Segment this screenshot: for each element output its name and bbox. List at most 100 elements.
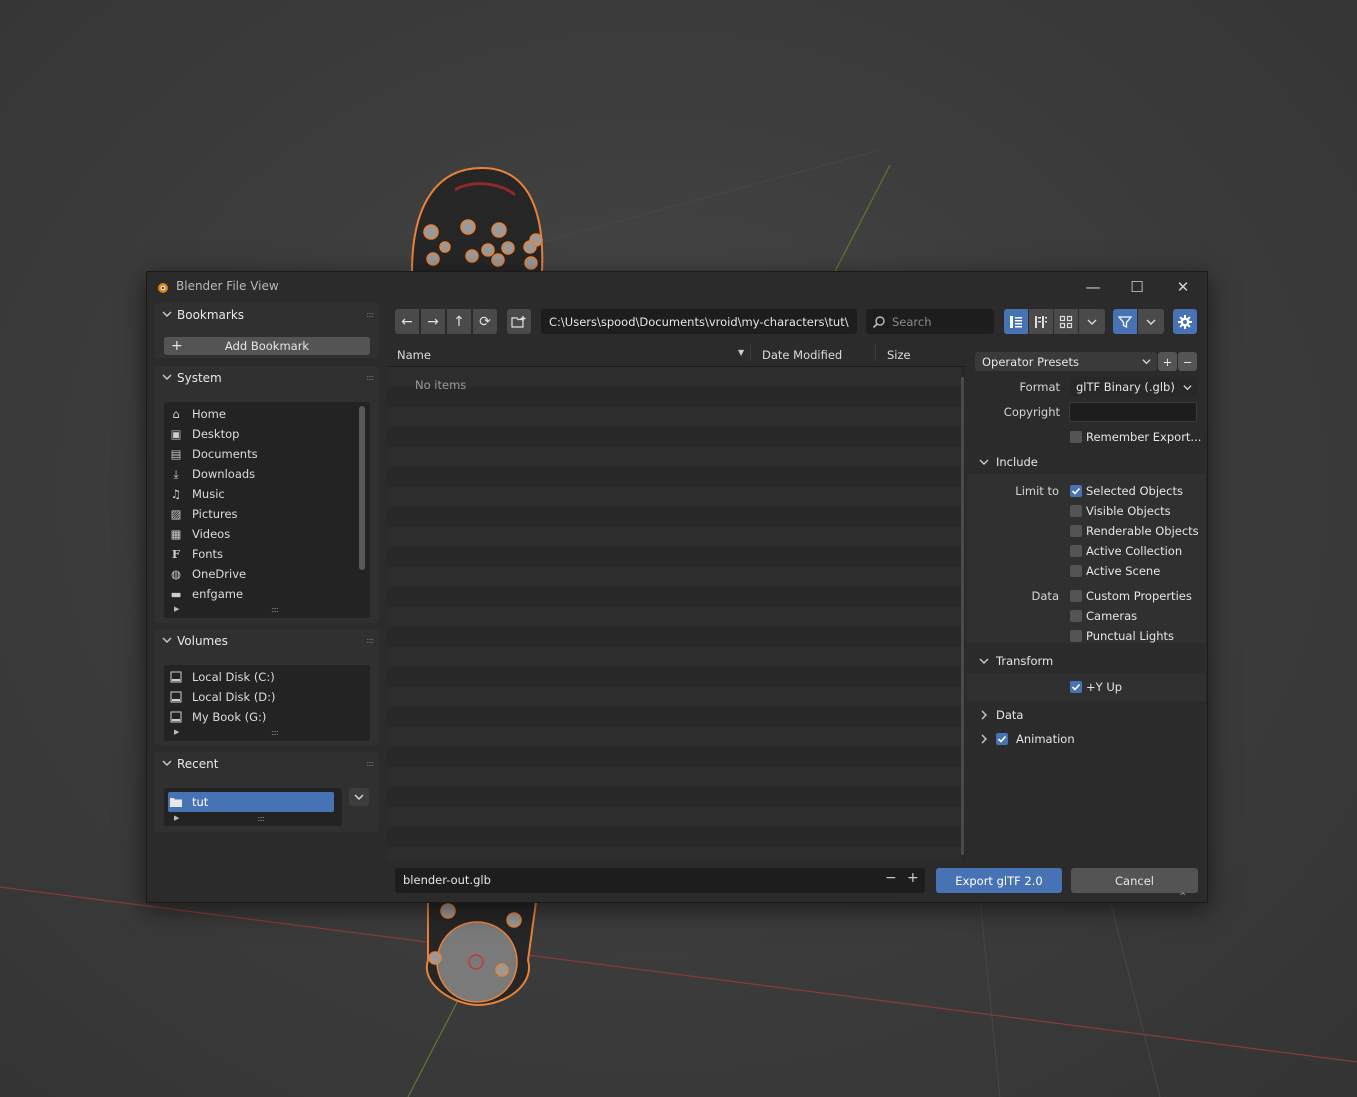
system-item-home[interactable]: ⌂ Home (168, 404, 226, 424)
add-bookmark-button[interactable]: + Add Bookmark (164, 337, 370, 355)
volume-item-d[interactable]: Local Disk (D:) (168, 687, 276, 707)
cancel-button[interactable]: Cancel (1071, 868, 1198, 893)
sort-descending-icon[interactable]: ▼ (738, 348, 744, 357)
maximize-button[interactable]: ☐ (1115, 272, 1159, 301)
display-settings-dropdown[interactable] (1079, 309, 1105, 334)
chevron-down-icon (1087, 319, 1097, 325)
column-name[interactable]: Name (397, 348, 431, 362)
drag-grip-icon[interactable]: :::: (366, 310, 374, 319)
animation-checkbox[interactable] (996, 733, 1008, 745)
decrement-filename-button[interactable]: − (885, 870, 897, 886)
system-item-onedrive[interactable]: ◍ OneDrive (168, 564, 246, 584)
drag-grip-icon[interactable]: :::: (366, 759, 374, 768)
volume-item-g[interactable]: My Book (G:) (168, 707, 266, 727)
selected-objects-checkbox[interactable] (1070, 485, 1082, 497)
active-scene-label: Active Scene (1086, 564, 1161, 578)
globe-icon: ◍ (170, 567, 182, 581)
drag-grip-icon[interactable]: :::: (366, 636, 374, 645)
volumes-header[interactable]: Volumes :::: (154, 629, 379, 653)
close-button[interactable]: ✕ (1161, 272, 1205, 301)
volume-item-c[interactable]: Local Disk (C:) (168, 667, 275, 687)
music-icon: ♫ (170, 487, 182, 501)
column-date-modified[interactable]: Date Modified (762, 348, 842, 362)
thumbnails-view-button[interactable] (1054, 309, 1078, 334)
disk-icon (168, 669, 184, 685)
system-item-music[interactable]: ♫ Music (168, 484, 225, 504)
remove-preset-button[interactable]: − (1178, 352, 1197, 371)
drag-grip-icon[interactable]: :::: (366, 373, 374, 382)
system-item-enfgame[interactable]: ▬ enfgame (168, 584, 243, 604)
chevron-down-icon (1142, 359, 1151, 365)
column-size[interactable]: Size (887, 348, 911, 362)
transform-section-header[interactable]: Transform (967, 649, 1206, 673)
vertical-list-view-button[interactable] (1004, 309, 1028, 334)
format-dropdown[interactable]: glTF Binary (.glb) (1069, 377, 1197, 397)
chevron-up-icon[interactable]: ^ (1179, 892, 1187, 902)
recent-header[interactable]: Recent :::: (154, 752, 379, 776)
renderable-objects-checkbox[interactable] (1070, 525, 1082, 537)
system-item-label: Documents (192, 447, 258, 461)
active-scene-checkbox[interactable] (1070, 565, 1082, 577)
resize-grip-icon[interactable]: :::: (271, 728, 279, 737)
grid-line (979, 899, 1001, 1097)
gear-icon (1178, 314, 1192, 329)
expand-triangle-icon[interactable]: ▶ (174, 728, 179, 736)
system-item-videos[interactable]: ▦ Videos (168, 524, 231, 544)
resize-grip-icon[interactable]: :::: (257, 814, 265, 823)
remember-export-checkbox[interactable] (1070, 431, 1082, 443)
system-header[interactable]: System :::: (154, 366, 379, 390)
punctual-lights-checkbox[interactable] (1070, 630, 1082, 642)
refresh-button[interactable]: ⟳ (473, 309, 497, 334)
minimize-button[interactable]: — (1071, 272, 1115, 301)
options-toggle-button[interactable] (1173, 309, 1197, 334)
bookmarks-header[interactable]: Bookmarks :::: (154, 303, 379, 327)
increment-filename-button[interactable]: + (907, 870, 919, 886)
file-list-scrollbar[interactable] (961, 377, 964, 855)
directory-path-input[interactable]: C:\Users\spood\Documents\vroid\my-charac… (541, 309, 857, 334)
system-item-fonts[interactable]: F Fonts (168, 544, 223, 564)
filter-toggle-button[interactable] (1113, 309, 1137, 334)
expand-triangle-icon[interactable]: ▶ (174, 605, 179, 613)
search-placeholder: Search (892, 314, 932, 329)
character-body (425, 901, 538, 1007)
system-item-documents[interactable]: ▤ Documents (168, 444, 258, 464)
search-input[interactable]: Search (866, 309, 994, 334)
system-item-pictures[interactable]: ▨ Pictures (168, 504, 238, 524)
export-button[interactable]: Export glTF 2.0 (936, 868, 1062, 893)
parent-directory-button[interactable]: ↑ (447, 309, 471, 334)
forward-button[interactable]: → (421, 309, 445, 334)
active-collection-checkbox[interactable] (1070, 545, 1082, 557)
file-list-row (387, 567, 961, 587)
chevron-down-icon (979, 459, 989, 465)
character-head (410, 166, 544, 273)
format-label: Format (1019, 380, 1060, 394)
include-section-header[interactable]: Include (967, 450, 1206, 474)
horizontal-list-view-button[interactable] (1029, 309, 1053, 334)
bottom-bar: blender-out.glb − + Export glTF 2.0 Canc… (395, 868, 1203, 902)
add-preset-button[interactable]: + (1158, 352, 1177, 371)
copyright-field[interactable] (1069, 402, 1197, 422)
sidebar: Bookmarks :::: + Add Bookmark System :::… (154, 303, 379, 901)
resize-grip-icon[interactable]: :::: (271, 605, 279, 614)
y-up-checkbox[interactable] (1070, 681, 1082, 693)
title-bar[interactable]: Blender File View — ☐ ✕ (147, 272, 1207, 301)
visible-objects-checkbox[interactable] (1070, 505, 1082, 517)
recent-item-tut[interactable]: tut (168, 792, 334, 812)
filename-field[interactable]: blender-out.glb − + (395, 868, 925, 893)
back-button[interactable]: ← (395, 309, 419, 334)
filter-settings-dropdown[interactable] (1138, 309, 1164, 334)
system-item-desktop[interactable]: ▣ Desktop (168, 424, 240, 444)
recent-menu-button[interactable] (349, 788, 369, 806)
expand-triangle-icon[interactable]: ▶ (174, 814, 179, 822)
system-list-scrollbar[interactable] (359, 406, 365, 570)
data-section-header[interactable]: Data (967, 703, 1206, 727)
new-folder-button[interactable] (507, 309, 531, 334)
system-item-downloads[interactable]: ⤓ Downloads (168, 464, 255, 484)
animation-section-header[interactable]: Animation (967, 727, 1206, 751)
data-label: Data (1031, 589, 1059, 603)
file-list[interactable]: Name ▼ Date Modified Size No items (387, 343, 965, 861)
cameras-checkbox[interactable] (1070, 610, 1082, 622)
custom-properties-checkbox[interactable] (1070, 590, 1082, 602)
operator-presets-dropdown[interactable]: Operator Presets (975, 352, 1157, 371)
blender-logo-icon (158, 283, 168, 293)
